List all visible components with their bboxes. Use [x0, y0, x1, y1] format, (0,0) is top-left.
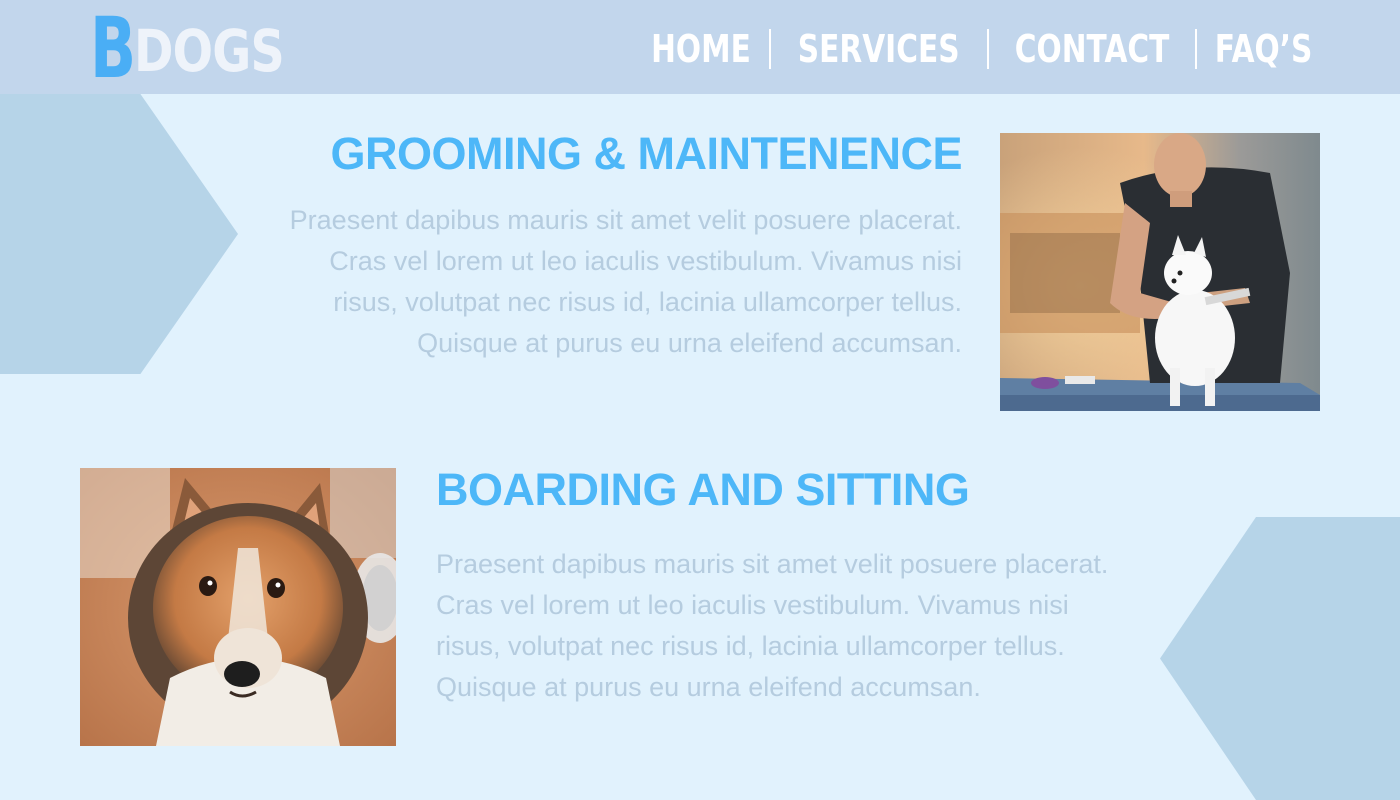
site-logo[interactable]: B DOGS: [90, 0, 317, 97]
nav-home-link[interactable]: HOME: [652, 26, 752, 72]
boarding-section-text: Praesent dapibus mauris sit amet velit p…: [436, 549, 1109, 702]
logo-initial: B: [90, 0, 137, 97]
grooming-photo: [1000, 133, 1320, 411]
decorative-hexagon-right: [1160, 517, 1400, 800]
nav-faqs-link[interactable]: FAQ’S: [1215, 26, 1313, 72]
nav-contact-link[interactable]: CONTACT: [1014, 26, 1169, 72]
boarding-section-title: BOARDING AND SITTING: [436, 464, 970, 515]
nav-divider: [1194, 29, 1197, 69]
nav-services-link[interactable]: SERVICES: [798, 26, 960, 72]
site-header: B DOGS HOME SERVICES CONTACT FAQ’S: [0, 0, 1400, 94]
groomer-with-dog-image: [1000, 133, 1320, 411]
boarding-photo: [80, 468, 396, 746]
nav-divider: [769, 29, 772, 69]
grooming-section-title: GROOMING & MAINTENENCE: [330, 128, 962, 179]
main-nav: HOME SERVICES CONTACT FAQ’S: [637, 26, 1326, 72]
grooming-section-text: Praesent dapibus mauris sit amet velit p…: [289, 205, 962, 358]
sheltie-dog-image: [80, 468, 396, 746]
nav-divider: [986, 29, 989, 69]
decorative-hexagon-left: [0, 94, 238, 374]
logo-text: DOGS: [134, 17, 285, 85]
